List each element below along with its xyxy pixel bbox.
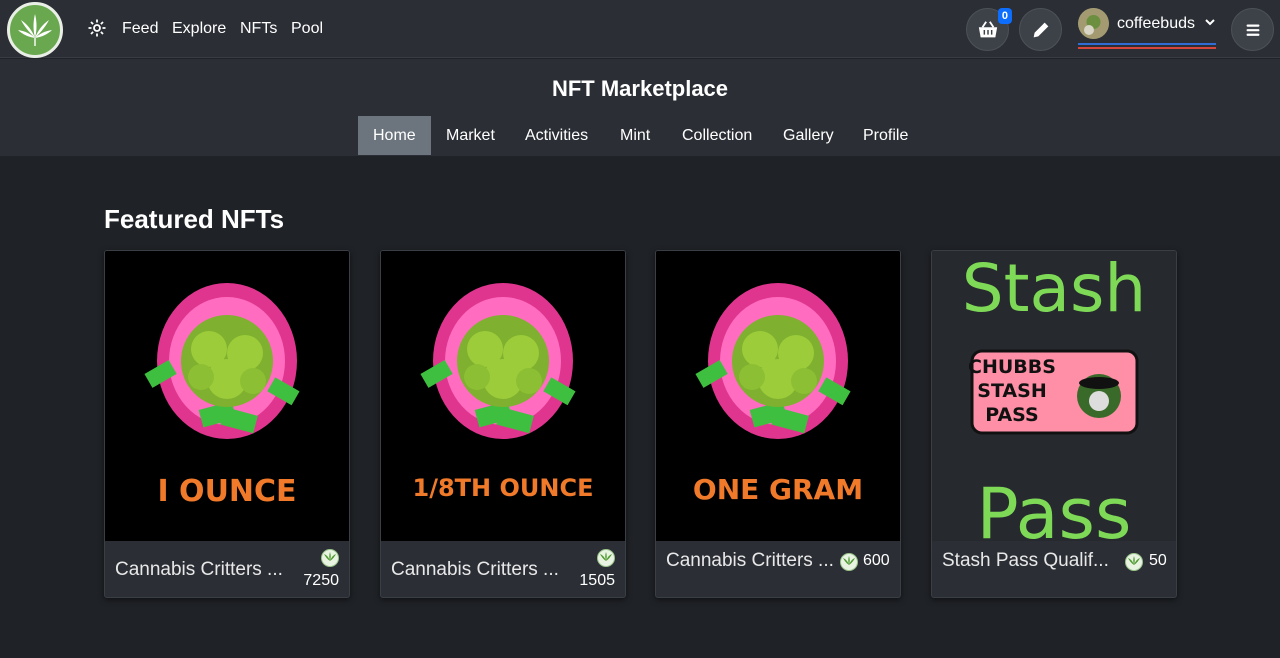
- token-icon: [1125, 553, 1143, 571]
- avatar: [1078, 8, 1109, 39]
- nft-card-price: 1505: [579, 572, 615, 589]
- nft-image: I OUNCE: [105, 251, 349, 541]
- user-bar-blue: [1078, 43, 1216, 45]
- token-icon: [597, 549, 615, 567]
- page-title: NFT Marketplace: [551, 76, 729, 101]
- token-icon: [321, 549, 339, 567]
- tab-mint[interactable]: Mint: [605, 116, 665, 155]
- nft-card-title: Stash Pass Qualif...: [942, 550, 1109, 571]
- nft-card-title: Cannabis Critters ...: [666, 550, 834, 571]
- nft-card-title: Cannabis Critters ...: [115, 559, 283, 580]
- nav-link-pool[interactable]: Pool: [291, 20, 323, 38]
- tab-gallery[interactable]: Gallery: [768, 116, 849, 155]
- tab-profile[interactable]: Profile: [848, 116, 923, 155]
- tab-activities[interactable]: Activities: [510, 116, 603, 155]
- ticket-line: PASS: [985, 404, 1038, 426]
- hamburger-icon: [1246, 24, 1259, 36]
- nft-card[interactable]: Stash CHUBBS STASH PASS Pass Stash Pass …: [931, 250, 1177, 598]
- nft-art-label: I OUNCE: [157, 474, 296, 509]
- settings-gear-icon[interactable]: [87, 18, 107, 38]
- nft-card-title: Cannabis Critters ...: [391, 559, 559, 580]
- nft-card[interactable]: I OUNCE Cannabis Critters ... 7250: [104, 250, 350, 598]
- nav-link-explore[interactable]: Explore: [172, 20, 226, 38]
- nft-card-price: 7250: [303, 572, 339, 589]
- site-logo[interactable]: [7, 2, 63, 58]
- pencil-icon: [1033, 22, 1048, 37]
- ticket-line: CHUBBS: [968, 356, 1056, 378]
- nft-card[interactable]: ONE GRAM Cannabis Critters ... 600: [655, 250, 901, 598]
- token-icon: [840, 553, 858, 571]
- nav-link-feed[interactable]: Feed: [122, 20, 158, 38]
- nft-art-title: Stash: [962, 251, 1146, 327]
- nft-card[interactable]: 1/8TH OUNCE Cannabis Critters ... 1505: [380, 250, 626, 598]
- username: coffeebuds: [1117, 15, 1195, 32]
- nft-art-label: ONE GRAM: [693, 473, 863, 506]
- cannabis-leaf-icon: [18, 14, 52, 46]
- top-navbar: Feed Explore NFTs Pool 0 coffeebuds: [0, 0, 1280, 58]
- user-bar-red: [1078, 47, 1216, 49]
- chevron-down-icon: [1205, 19, 1215, 26]
- nft-art-subtitle: Pass: [977, 473, 1132, 541]
- main-menu-button[interactable]: [1231, 8, 1274, 51]
- nft-art-label: 1/8TH OUNCE: [413, 474, 594, 502]
- nft-card-price: 50: [1149, 552, 1167, 569]
- featured-nfts-heading: Featured NFTs: [104, 204, 285, 234]
- tab-home[interactable]: Home: [358, 116, 431, 155]
- nft-image: ONE GRAM: [656, 251, 900, 541]
- nav-link-nfts[interactable]: NFTs: [240, 20, 277, 38]
- marketplace-header: NFT Marketplace Home Market Activities M…: [0, 59, 1280, 156]
- ticket-line: STASH: [977, 380, 1046, 402]
- basket-icon: [978, 20, 997, 37]
- tab-collection[interactable]: Collection: [667, 116, 767, 155]
- create-post-button[interactable]: [1019, 8, 1062, 51]
- nft-image: Stash CHUBBS STASH PASS Pass: [932, 251, 1176, 541]
- tab-market[interactable]: Market: [431, 116, 510, 155]
- nft-image: 1/8TH OUNCE: [381, 251, 625, 541]
- cart-count-badge: 0: [997, 8, 1012, 24]
- cart-button[interactable]: 0: [966, 8, 1012, 51]
- nft-card-price: 600: [863, 552, 890, 569]
